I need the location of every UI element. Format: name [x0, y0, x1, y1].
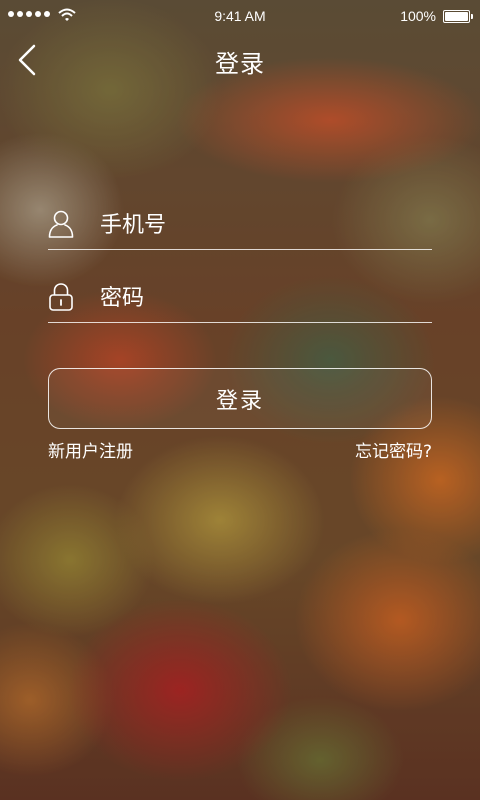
password-field — [48, 276, 432, 323]
phone-field — [48, 203, 432, 250]
login-button[interactable]: 登录 — [48, 368, 432, 429]
forgot-password-link[interactable]: 忘记密码? — [355, 437, 432, 462]
password-input[interactable] — [100, 280, 420, 316]
status-bar: 9:41 AM 100% — [0, 0, 480, 32]
battery-percentage: 100% — [400, 8, 436, 24]
lock-icon — [49, 283, 73, 311]
phone-input[interactable] — [100, 207, 420, 243]
login-screen: 9:41 AM 100% 登录 登录 新用户注册 忘记密码? — [0, 0, 480, 800]
battery-icon — [443, 10, 473, 23]
login-button-label: 登录 — [215, 388, 264, 414]
user-icon — [48, 210, 74, 238]
page-title: 登录 — [215, 50, 265, 78]
register-link[interactable]: 新用户注册 — [48, 437, 133, 462]
